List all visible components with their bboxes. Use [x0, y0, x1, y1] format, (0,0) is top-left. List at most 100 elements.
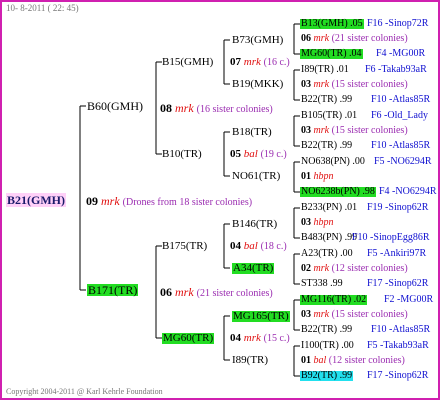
header-date: 10- 8-2011 ( 22: 45)	[6, 3, 79, 13]
gen4-mid-note: (15 sister colonies)	[331, 309, 408, 320]
gen4-top-code: F2 -MG00R	[384, 294, 434, 305]
gen2-note: (19 c.)	[260, 149, 287, 160]
gen3-queen-id: B146(TR)	[232, 218, 278, 230]
gen1-info: 08 mrk (16 sister colonies)	[160, 102, 273, 115]
gen2-note: (18 c.)	[260, 241, 287, 252]
gen4-bot-id: B22(TR) .99	[301, 140, 353, 151]
gen4-bot-code: F10 -Atlas85R	[371, 140, 431, 151]
gen4-top-id: MG116(TR) .02	[300, 294, 368, 305]
gen4-mid: 03 hbpn	[301, 218, 334, 228]
gen4-mid-note: (15 sister colonies)	[331, 79, 408, 90]
gen4-mid-mark: bal	[313, 355, 327, 366]
gen2-queen-id: B10(TR)	[162, 148, 202, 160]
gen4-mid-year: 03	[301, 79, 311, 90]
root-queen-id: B21(GMH)	[6, 193, 66, 207]
gen4-mid: 02 mrk (12 sister colonies)	[301, 264, 408, 274]
gen2-year: 04	[230, 240, 241, 252]
gen2-mark: mrk	[243, 56, 261, 68]
pedigree-frame: 10- 8-2011 ( 22: 45) B21(GMH) 09 mrk (Dr…	[0, 0, 440, 400]
gen4-top-code: F5 -NO6294R	[374, 156, 432, 167]
gen4-bot-id: ST338 .99	[301, 278, 343, 289]
gen4-bot-id: NO6238b(PN) .98	[300, 186, 376, 197]
gen2-mark: mrk	[243, 332, 261, 344]
gen1-queen-id: B60(GMH)	[87, 99, 143, 113]
gen2-queen-id: MG60(TR)	[162, 332, 215, 344]
gen3-queen-id: B19(MKK)	[232, 78, 284, 90]
gen2-mark: bal	[243, 148, 258, 160]
root-note: (Drones from 18 sister colonies)	[122, 197, 253, 208]
gen1-queen-id: B171(TR)	[87, 283, 139, 297]
gen4-mid-note: (12 sister colonies)	[328, 355, 405, 366]
gen4-top-id: A23(TR) .00	[301, 248, 353, 259]
gen4-bot-id: B92(TR) .99	[300, 370, 354, 381]
gen4-mid-mark: hbpn	[313, 217, 334, 228]
footer-copyright: Copyright 2004-2011 @ Karl Kehrle Founda…	[6, 387, 163, 396]
gen2-year: 04	[230, 332, 241, 344]
gen4-mid-mark: mrk	[313, 79, 330, 90]
gen2-note: (16 c.)	[263, 57, 290, 68]
gen4-top-id: B105(TR) .01	[301, 110, 358, 121]
gen2-queen-id: B175(TR)	[162, 240, 208, 252]
gen4-mid-year: 06	[301, 33, 311, 44]
gen1-note: (21 sister colonies)	[196, 288, 273, 299]
gen4-bot-code: F10 -Atlas85R	[371, 324, 431, 335]
gen4-bot-id: MG60(TR) .04	[300, 48, 363, 59]
gen1-mark: mrk	[175, 101, 194, 115]
gen4-top-id: I100(TR) .00	[301, 340, 354, 351]
gen4-mid-year: 02	[301, 263, 311, 274]
gen4-mid-mark: mrk	[313, 263, 330, 274]
root-year: 09	[86, 194, 98, 208]
gen1-year: 08	[160, 101, 172, 115]
gen4-top-code: F5 -Takab93aR	[367, 340, 429, 351]
gen1-mark: mrk	[175, 285, 194, 299]
gen2-year: 05	[230, 148, 241, 160]
gen4-mid-year: 03	[301, 217, 311, 228]
gen4-mid-mark: hbpn	[313, 171, 334, 182]
gen4-mid: 01 bal (12 sister colonies)	[301, 356, 405, 366]
gen4-mid: 03 mrk (15 sister colonies)	[301, 80, 408, 90]
gen2-note: (15 c.)	[263, 333, 290, 344]
root-info: 09 mrk (Drones from 18 sister colonies)	[86, 195, 252, 208]
gen4-mid: 03 mrk (15 sister colonies)	[301, 126, 408, 136]
gen4-mid-year: 01	[301, 171, 311, 182]
gen4-bot-id: B22(TR) .99	[301, 94, 353, 105]
gen3-queen-id: MG165(TR)	[232, 310, 290, 322]
gen4-top-id: B13(GMH) .05	[300, 18, 364, 29]
gen2-info: 05 bal (19 c.)	[230, 149, 287, 160]
gen4-top-code: F5 -Ankiri97R	[367, 248, 427, 259]
gen4-top-code: F6 -Old_Lady	[371, 110, 428, 121]
gen4-top-code: F6 -Takab93aR	[365, 64, 427, 75]
gen4-top-code: F19 -Sinop62R	[367, 202, 429, 213]
gen3-queen-id: B18(TR)	[232, 126, 272, 138]
gen2-mark: bal	[243, 240, 258, 252]
gen4-mid-note: (15 sister colonies)	[331, 125, 408, 136]
gen4-top-code: F16 -Sinop72R	[367, 18, 429, 29]
gen1-note: (16 sister colonies)	[196, 104, 273, 115]
gen1-year: 06	[160, 285, 172, 299]
gen4-bot-code: F4 -MG00R	[376, 48, 426, 59]
gen2-queen-id: B15(GMH)	[162, 56, 214, 68]
gen4-bot-id: B22(TR) .99	[301, 324, 353, 335]
gen4-bot-code: F10 -Atlas85R	[371, 94, 431, 105]
gen4-top-id: NO638(PN) .00	[301, 156, 365, 167]
gen3-queen-id: I89(TR)	[232, 354, 269, 366]
gen4-mid: 06 mrk (21 sister colonies)	[301, 34, 408, 44]
gen2-year: 07	[230, 56, 241, 68]
gen4-bot-code: F17 -Sinop62R	[367, 370, 429, 381]
gen4-top-id: I89(TR) .01	[301, 64, 349, 75]
gen4-mid: 01 hbpn	[301, 172, 334, 182]
gen4-mid-year: 03	[301, 309, 311, 320]
gen4-mid-mark: mrk	[313, 125, 330, 136]
gen3-queen-id: B73(GMH)	[232, 34, 284, 46]
gen2-info: 04 bal (18 c.)	[230, 241, 287, 252]
gen2-info: 07 mrk (16 c.)	[230, 57, 290, 68]
gen1-info: 06 mrk (21 sister colonies)	[160, 286, 273, 299]
root-mark: mrk	[101, 194, 120, 208]
gen4-bot-code: F4 -NO6294R	[379, 186, 437, 197]
gen4-mid-note: (21 sister colonies)	[331, 33, 408, 44]
gen4-bot-code: F17 -Sinop62R	[367, 278, 429, 289]
gen4-bot-id: B483(PN) .99	[301, 232, 358, 243]
gen4-mid-year: 01	[301, 355, 311, 366]
gen3-queen-id: A34(TR)	[232, 262, 275, 274]
gen4-mid: 03 mrk (15 sister colonies)	[301, 310, 408, 320]
